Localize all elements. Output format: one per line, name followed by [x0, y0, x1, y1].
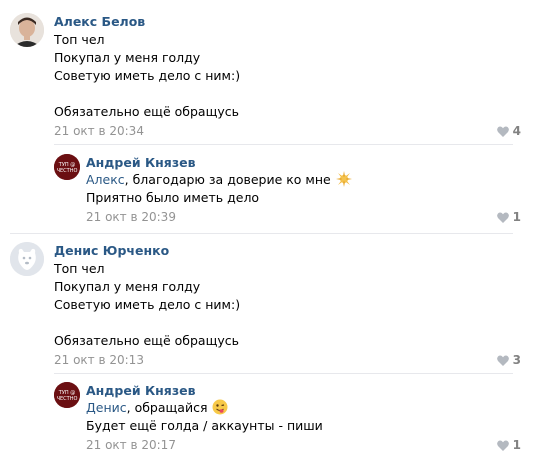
- reply-date[interactable]: 21 окт в 20:39: [86, 210, 176, 224]
- reply-author[interactable]: Андрей Князев: [86, 155, 195, 170]
- divider: [54, 144, 513, 145]
- avatar[interactable]: [10, 242, 44, 276]
- reply-text: , обращайся: [126, 400, 208, 415]
- heart-icon: [496, 354, 509, 366]
- default-dog-avatar-icon: [10, 242, 44, 276]
- like-count: 1: [512, 210, 521, 224]
- comment-text-line: Топ чел: [54, 261, 105, 276]
- reply-mention-link[interactable]: Денис: [86, 400, 127, 415]
- logo-badge-icon: ТУП @ ЧЕСТНО: [54, 382, 80, 408]
- like-count: 4: [512, 124, 521, 138]
- comment-text-line: Советую иметь дело с ним:): [54, 68, 241, 83]
- svg-text:ЧЕСТНО: ЧЕСТНО: [57, 396, 78, 402]
- logo-badge-icon: ТУП @ ЧЕСТНО: [54, 154, 80, 180]
- avatar[interactable]: ТУП @ ЧЕСТНО: [54, 382, 80, 408]
- comment-text-line: Покупал у меня голду: [54, 50, 201, 65]
- comment-date[interactable]: 21 окт в 20:34: [54, 124, 144, 138]
- svg-text:ЧЕСТНО: ЧЕСТНО: [57, 168, 78, 174]
- reply-mention-link[interactable]: Алекс: [86, 172, 125, 187]
- like-count: 1: [512, 438, 521, 452]
- reply-text-line: Алекс, благодарю за доверие ко мне: [86, 171, 352, 189]
- like-count: 3: [512, 353, 521, 367]
- divider: [54, 373, 513, 374]
- reply-date[interactable]: 21 окт в 20:17: [86, 438, 176, 452]
- like-button[interactable]: 1: [496, 438, 521, 452]
- divider: [10, 233, 513, 234]
- like-button[interactable]: 3: [496, 353, 521, 367]
- reply-author[interactable]: Андрей Князев: [86, 383, 195, 398]
- sparkle-emoji-icon: [335, 171, 352, 187]
- reply-text-line: Будет ещё голда / аккаунты - пиши: [86, 418, 323, 433]
- comment-date[interactable]: 21 окт в 20:13: [54, 353, 144, 367]
- heart-icon: [496, 125, 509, 137]
- like-button[interactable]: 1: [496, 210, 521, 224]
- reply-text-line: Приятно было иметь дело: [86, 190, 260, 205]
- avatar[interactable]: [10, 13, 44, 47]
- heart-icon: [496, 439, 509, 451]
- comment-text-line: Обязательно ещё обращусь: [54, 104, 239, 119]
- person-photo-icon: [10, 13, 44, 47]
- comment-author[interactable]: Денис Юрченко: [54, 243, 169, 258]
- comment-author[interactable]: Алекс Белов: [54, 14, 145, 29]
- comment-text-line: Обязательно ещё обращусь: [54, 333, 239, 348]
- comment-text-line: Советую иметь дело с ним:): [54, 297, 241, 312]
- avatar[interactable]: ТУП @ ЧЕСТНО: [54, 154, 80, 180]
- like-button[interactable]: 4: [496, 124, 521, 138]
- comment-text-line: Топ чел: [54, 32, 105, 47]
- reply-text: , благодарю за доверие ко мне: [124, 172, 331, 187]
- winking-tongue-emoji-icon: [212, 399, 228, 415]
- comment-text-line: Покупал у меня голду: [54, 279, 201, 294]
- reply-text-line: Денис, обращайся: [86, 399, 228, 417]
- heart-icon: [496, 211, 509, 223]
